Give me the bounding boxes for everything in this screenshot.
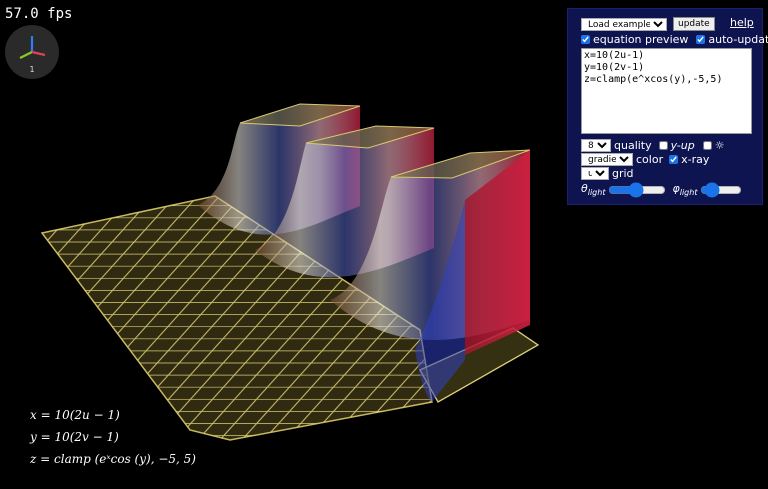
xray-label: x-ray	[681, 153, 710, 166]
y-up-checkbox[interactable]	[658, 141, 668, 150]
phi-subscript: light	[679, 188, 698, 198]
quality-select[interactable]: 8×	[581, 139, 611, 152]
fps-counter: 57.0 fps	[5, 6, 73, 22]
color-label: color	[636, 153, 664, 166]
equation-preview-label: equation preview	[593, 33, 689, 46]
theta-light-slider[interactable]	[608, 184, 667, 195]
equation-preview: x = 10(2u − 1) y = 10(2v − 1) z = clamp …	[30, 404, 196, 470]
theta-subscript: light	[587, 188, 606, 198]
grid-label: grid	[612, 167, 634, 180]
y-up-label: y-up	[670, 139, 695, 152]
equation-preview-line-z: z = clamp (eˣcos (y), −5, 5)	[30, 452, 196, 466]
quality-label: quality	[614, 139, 652, 152]
theta-symbol: θ	[581, 182, 588, 195]
axes-gizmo-label: 1	[29, 65, 35, 74]
grid-select[interactable]: uv	[581, 167, 609, 180]
example-select[interactable]: Load example...	[581, 17, 667, 31]
sun-icon: ☼	[714, 139, 725, 152]
axes-gizmo[interactable]: 1	[5, 25, 59, 79]
xray-checkbox[interactable]	[669, 155, 679, 164]
light-checkbox[interactable]	[702, 141, 712, 150]
auto-update-label: auto-update	[708, 33, 768, 46]
equation-preview-line-x: x = 10(2u − 1)	[30, 408, 120, 422]
update-button[interactable]: update	[673, 17, 715, 31]
phi-light-label: φlight	[672, 182, 697, 197]
phi-symbol: φ	[672, 182, 680, 195]
equation-preview-line-y: y = 10(2v − 1)	[30, 430, 119, 444]
help-link[interactable]: help	[730, 16, 754, 29]
equation-editor[interactable]: x=10(2u-1) y=10(2v-1) z=clamp(e^xcos(y),…	[581, 48, 752, 134]
theta-light-label: θlight	[581, 182, 605, 197]
equation-preview-checkbox[interactable]	[581, 35, 590, 44]
controls-panel: Load example... update help equation pre…	[567, 8, 768, 205]
color-select[interactable]: gradient	[581, 153, 633, 166]
auto-update-checkbox[interactable]	[696, 35, 706, 44]
phi-light-slider[interactable]	[700, 184, 743, 195]
